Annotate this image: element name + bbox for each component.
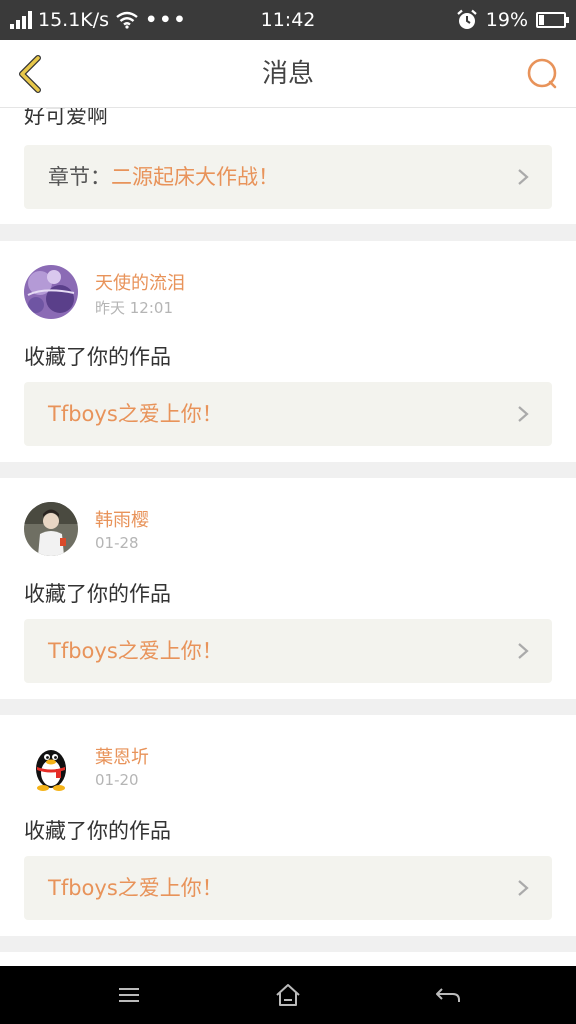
chapter-prefix: 章节： bbox=[48, 165, 111, 189]
action-text: 收藏了你的作品 bbox=[24, 582, 171, 606]
message-list[interactable]: 好可爱啊 章节：二源起床大作战！ 天使的流泪 昨天 12:01 收藏了你的作品 … bbox=[0, 108, 576, 966]
comment-text: 好可爱啊 bbox=[24, 108, 108, 128]
list-item: 葉恩圻 01-20 收藏了你的作品 Tfboys之爱上你！ bbox=[0, 715, 576, 936]
work-title: Tfboys之爱上你！ bbox=[48, 876, 223, 900]
return-icon[interactable] bbox=[433, 980, 463, 1010]
chevron-right-icon bbox=[518, 643, 529, 659]
work-title: Tfboys之爱上你！ bbox=[48, 639, 223, 663]
status-right: 19% bbox=[456, 0, 569, 40]
list-item: 天使的流泪 昨天 12:01 收藏了你的作品 Tfboys之爱上你！ bbox=[0, 241, 576, 462]
menu-icon[interactable] bbox=[114, 980, 144, 1010]
qq-penguin-icon bbox=[36, 750, 66, 791]
user-name[interactable]: 韩雨樱 bbox=[95, 506, 149, 532]
battery-percent: 19% bbox=[485, 9, 528, 31]
status-bar: 15.1K/s ••• 11:42 19% bbox=[0, 0, 576, 40]
work-link[interactable]: Tfboys之爱上你！ bbox=[24, 619, 552, 683]
app-header: 消息 bbox=[0, 40, 576, 108]
timestamp: 昨天 12:01 bbox=[95, 299, 173, 317]
alarm-icon bbox=[457, 9, 477, 29]
battery-icon bbox=[536, 12, 569, 28]
work-link[interactable]: Tfboys之爱上你！ bbox=[24, 382, 552, 446]
page-title: 消息 bbox=[261, 59, 314, 89]
avatar[interactable] bbox=[24, 502, 78, 556]
action-text: 收藏了你的作品 bbox=[24, 345, 171, 369]
list-item: 好可爱啊 章节：二源起床大作战！ bbox=[0, 108, 576, 224]
chevron-right-icon bbox=[518, 169, 529, 185]
avatar-image bbox=[24, 265, 78, 319]
list-item bbox=[0, 952, 576, 966]
list-item: 韩雨樱 01-28 收藏了你的作品 Tfboys之爱上你！ bbox=[0, 478, 576, 699]
chapter-link[interactable]: 章节：二源起床大作战！ bbox=[24, 145, 552, 209]
chevron-right-icon bbox=[518, 880, 529, 896]
timestamp: 01-20 bbox=[95, 771, 139, 789]
user-name[interactable]: 天使的流泪 bbox=[95, 269, 185, 295]
chevron-right-icon bbox=[518, 406, 529, 422]
avatar-image bbox=[24, 502, 78, 556]
user-name[interactable]: 葉恩圻 bbox=[95, 743, 149, 769]
system-nav-bar bbox=[0, 966, 576, 1024]
home-icon[interactable] bbox=[273, 980, 303, 1010]
chapter-title: 二源起床大作战！ bbox=[111, 165, 279, 189]
search-icon[interactable] bbox=[522, 54, 562, 94]
work-link[interactable]: Tfboys之爱上你！ bbox=[24, 856, 552, 920]
chapter-label: 章节：二源起床大作战！ bbox=[48, 145, 279, 209]
avatar[interactable] bbox=[24, 739, 78, 793]
action-text: 收藏了你的作品 bbox=[24, 819, 171, 843]
timestamp: 01-28 bbox=[95, 534, 139, 552]
work-title: Tfboys之爱上你！ bbox=[48, 402, 223, 426]
avatar[interactable] bbox=[24, 265, 78, 319]
